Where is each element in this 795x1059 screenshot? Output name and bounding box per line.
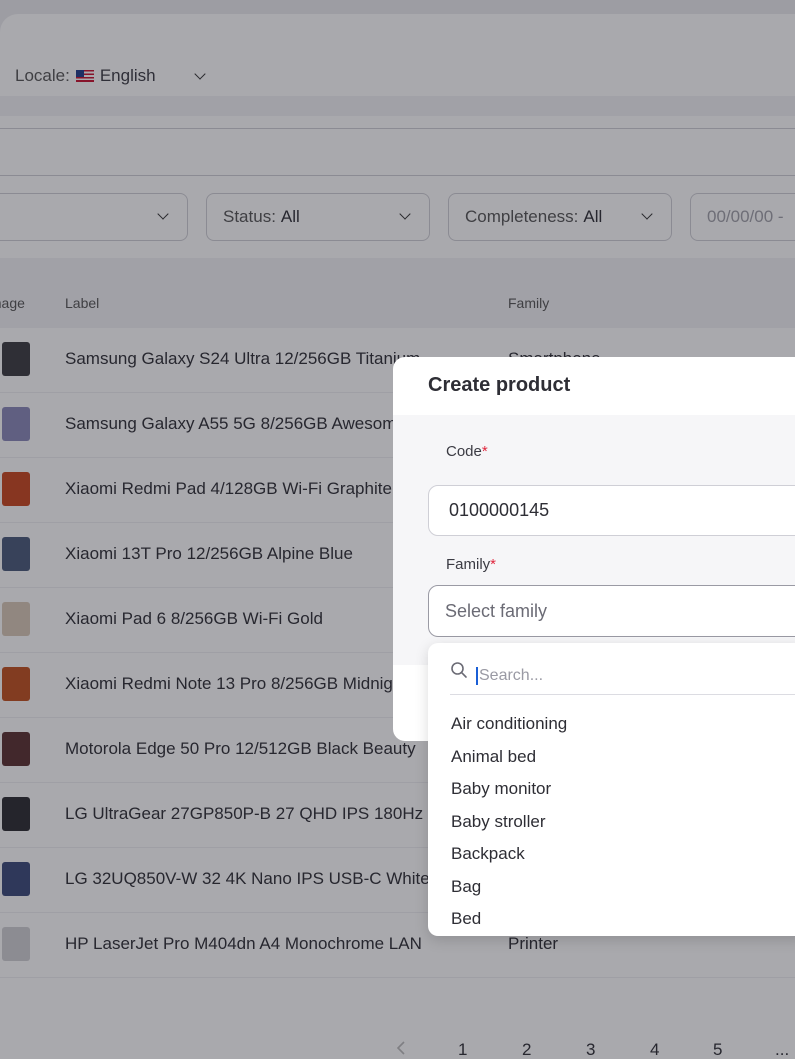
family-option[interactable]: Animal bed [451, 747, 536, 767]
family-search-input[interactable] [476, 663, 795, 689]
dialog-title: Create product [428, 374, 571, 396]
family-option[interactable]: Bed [451, 909, 481, 929]
family-select[interactable]: Select family [428, 585, 795, 637]
required-marker: * [481, 443, 488, 460]
code-input[interactable]: 0100000145 [428, 485, 795, 536]
family-option[interactable]: Baby monitor [451, 779, 551, 799]
search-icon [451, 662, 467, 678]
family-option[interactable]: Backpack [451, 844, 525, 864]
code-field-label: Code* [446, 443, 488, 460]
family-option[interactable]: Baby stroller [451, 812, 545, 832]
family-option[interactable]: Bag [451, 877, 481, 897]
app-stage: Locale: English Status: All Completeness… [0, 0, 795, 1059]
required-marker: * [490, 556, 497, 573]
code-label-text: Code [446, 443, 482, 460]
family-dropdown: Air conditioning Animal bed Baby monitor Ba… [428, 643, 795, 936]
family-field-label: Family* [446, 556, 496, 573]
family-label-text: Family [446, 556, 491, 573]
family-option[interactable]: Air conditioning [451, 714, 567, 734]
family-select-placeholder: Select family [445, 601, 548, 621]
family-search [450, 657, 795, 695]
